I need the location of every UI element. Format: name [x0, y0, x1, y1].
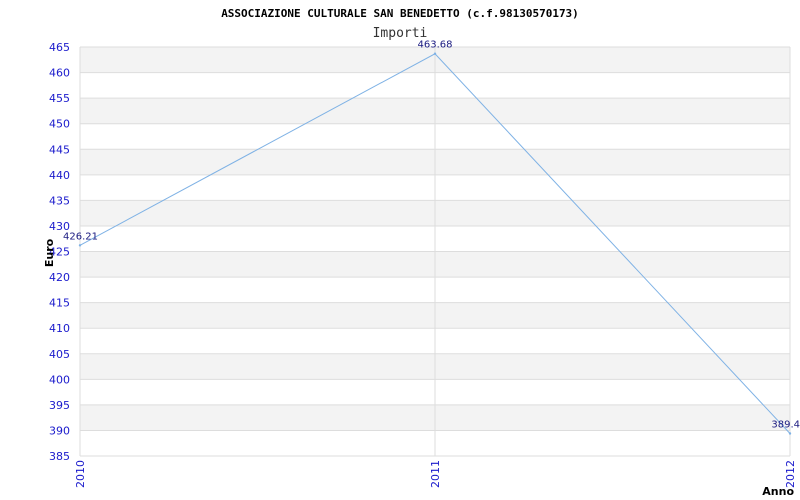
- y-tick-label: 410: [49, 322, 70, 335]
- line-chart: ASSOCIAZIONE CULTURALE SAN BENEDETTO (c.…: [43, 7, 800, 498]
- y-tick-label: 415: [49, 297, 70, 310]
- data-point: [433, 52, 437, 55]
- y-tick-label: 445: [49, 143, 70, 156]
- y-tick-label: 400: [49, 373, 70, 386]
- y-tick-label: 450: [49, 118, 70, 131]
- y-tick-label: 395: [49, 399, 70, 412]
- x-tick-label: 2010: [74, 460, 87, 488]
- y-tick-label: 385: [49, 450, 70, 463]
- data-label: 463.68: [418, 40, 453, 51]
- x-axis-label: Anno: [762, 485, 794, 498]
- data-point: [788, 432, 792, 435]
- y-tick-label: 420: [49, 271, 70, 284]
- x-tick-label: 2012: [784, 460, 797, 488]
- y-tick-label: 390: [49, 424, 70, 437]
- y-tick-label: 435: [49, 194, 70, 207]
- data-point: [78, 244, 82, 247]
- y-tick-label: 405: [49, 348, 70, 361]
- y-tick-label: 460: [49, 67, 70, 80]
- data-label: 389.4: [771, 420, 800, 431]
- y-tick-label: 440: [49, 169, 70, 182]
- x-axis-ticks: 2010 2011 2012: [74, 460, 797, 488]
- x-tick-label: 2011: [429, 460, 442, 488]
- data-label: 426.21: [63, 231, 98, 242]
- y-tick-label: 465: [49, 41, 70, 54]
- y-tick-label: 455: [49, 92, 70, 105]
- y-axis-label: Euro: [43, 238, 56, 267]
- chart-title: ASSOCIAZIONE CULTURALE SAN BENEDETTO (c.…: [221, 7, 579, 20]
